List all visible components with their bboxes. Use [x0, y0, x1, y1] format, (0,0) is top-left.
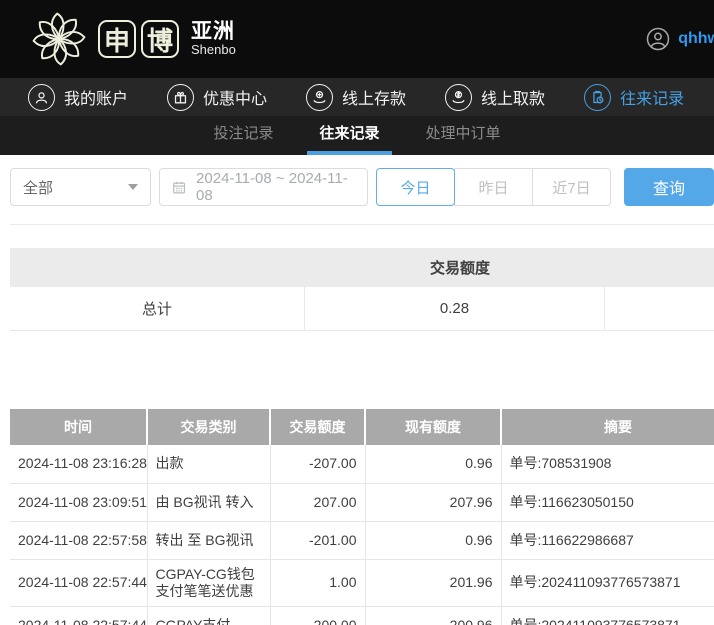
col-header-balance: 现有额度 — [365, 409, 501, 445]
cell-amount: -201.00 — [270, 521, 365, 559]
section-divider — [10, 224, 714, 225]
col-header-amount: 交易额度 — [270, 409, 365, 445]
table-row: 2024-11-08 22:57:58 转出 至 BG视讯 -201.00 0.… — [10, 521, 714, 559]
date-range-input[interactable]: 2024-11-08 ~ 2024-11-08 — [159, 168, 368, 206]
records-tab-bar: 投注记录 往来记录 处理中订单 — [0, 116, 714, 155]
cell-type: CGPAY-CG钱包支付笔笔送优惠 — [147, 559, 270, 606]
col-header-type: 交易类别 — [147, 409, 270, 445]
table-row: 2024-11-08 23:16:28 出款 -207.00 0.96 单号:7… — [10, 445, 714, 483]
cell-amount: 200.00 — [270, 606, 365, 625]
logo-char-bo: 博 — [141, 20, 179, 58]
tab-betting-records[interactable]: 投注记录 — [201, 116, 285, 155]
type-select-value: 全部 — [23, 177, 53, 198]
nav-item-transactions[interactable]: 往来记录 — [584, 84, 684, 111]
deposit-icon — [306, 84, 333, 111]
cell-balance: 207.96 — [365, 483, 501, 521]
chevron-down-icon — [128, 184, 138, 190]
user-icon — [28, 84, 55, 111]
last7days-button[interactable]: 近7日 — [532, 168, 611, 206]
cell-summary: 单号:202411093776573871 — [501, 559, 714, 606]
cell-summary: 单号:116623050150 — [501, 483, 714, 521]
nav-label: 线上存款 — [342, 85, 406, 109]
nav-item-deposit[interactable]: 线上存款 — [306, 84, 406, 111]
cell-time: 2024-11-08 23:16:28 — [10, 445, 147, 483]
table-row: 2024-11-08 23:09:51 由 BG视讯 转入 207.00 207… — [10, 483, 714, 521]
filter-bar: 全部 2024-11-08 ~ 2024-11-08 今日 昨日 近7日 查询 — [10, 168, 714, 206]
cell-amount: -207.00 — [270, 445, 365, 483]
nav-label: 往来记录 — [620, 85, 684, 109]
nav-label: 线上取款 — [481, 85, 545, 109]
user-account-area[interactable]: qhhw — [646, 0, 714, 78]
col-header-summary: 摘要 — [501, 409, 714, 445]
site-logo[interactable]: 申 博 亚洲 Shenbo — [30, 10, 236, 68]
gift-icon — [167, 84, 194, 111]
flower-logo-icon — [30, 10, 88, 68]
withdraw-icon — [445, 84, 472, 111]
brand-header: 申 博 亚洲 Shenbo qhhw — [0, 0, 714, 78]
search-button[interactable]: 查询 — [624, 168, 714, 206]
tab-transaction-records[interactable]: 往来记录 — [307, 116, 391, 155]
summary-total-value: 0.28 — [305, 287, 605, 330]
table-row: 2024-11-08 22:57:44 CGPAY支付 200.00 200.9… — [10, 606, 714, 625]
avatar-icon — [646, 27, 670, 51]
table-header-row: 时间 交易类别 交易额度 现有额度 摘要 — [10, 409, 714, 445]
logo-boxed-chars: 申 博 — [98, 20, 179, 58]
cell-amount: 1.00 — [270, 559, 365, 606]
yesterday-button[interactable]: 昨日 — [454, 168, 533, 206]
calendar-icon — [171, 179, 187, 196]
logo-region-text: 亚洲 — [191, 21, 236, 43]
col-header-time: 时间 — [10, 409, 147, 445]
date-range-value: 2024-11-08 ~ 2024-11-08 — [196, 170, 356, 204]
nav-item-promotions[interactable]: 优惠中心 — [167, 84, 267, 111]
records-icon — [584, 84, 611, 111]
nav-label: 优惠中心 — [203, 85, 267, 109]
cell-time: 2024-11-08 23:09:51 — [10, 483, 147, 521]
transactions-table: 时间 交易类别 交易额度 现有额度 摘要 2024-11-08 23:16:28… — [10, 409, 714, 625]
summary-empty-cell — [605, 287, 714, 330]
cell-type: CGPAY支付 — [147, 606, 270, 625]
cell-summary: 单号:116622986687 — [501, 521, 714, 559]
summary-table: 交易额度 总计 0.28 — [10, 248, 714, 331]
cell-type: 出款 — [147, 445, 270, 483]
cell-summary: 单号:708531908 — [501, 445, 714, 483]
summary-total-row: 总计 0.28 — [10, 287, 714, 331]
summary-header: 交易额度 — [10, 248, 714, 287]
main-navigation: 我的账户 优惠中心 线上存款 线上取款 往来记录 信息 — [0, 78, 714, 116]
nav-item-my-account[interactable]: 我的账户 — [28, 84, 128, 111]
today-button[interactable]: 今日 — [376, 168, 455, 206]
summary-total-label: 总计 — [10, 287, 305, 330]
cell-balance: 0.96 — [365, 521, 501, 559]
cell-type: 由 BG视讯 转入 — [147, 483, 270, 521]
cell-summary: 单号:202411093776573871 — [501, 606, 714, 625]
type-select[interactable]: 全部 — [10, 168, 151, 206]
logo-english-text: Shenbo — [191, 43, 236, 57]
logo-char-shen: 申 — [98, 20, 136, 58]
tab-processing-orders[interactable]: 处理中订单 — [414, 116, 513, 155]
quick-date-group: 今日 昨日 近7日 — [376, 168, 611, 206]
cell-balance: 201.96 — [365, 559, 501, 606]
cell-amount: 207.00 — [270, 483, 365, 521]
table-row: 2024-11-08 22:57:44 CGPAY-CG钱包支付笔笔送优惠 1.… — [10, 559, 714, 606]
username-text[interactable]: qhhw — [678, 30, 714, 48]
cell-time: 2024-11-08 22:57:44 — [10, 559, 147, 606]
cell-balance: 200.96 — [365, 606, 501, 625]
nav-item-withdraw[interactable]: 线上取款 — [445, 84, 545, 111]
cell-time: 2024-11-08 22:57:44 — [10, 606, 147, 625]
cell-type: 转出 至 BG视讯 — [147, 521, 270, 559]
nav-label: 我的账户 — [64, 85, 128, 109]
cell-balance: 0.96 — [365, 445, 501, 483]
cell-time: 2024-11-08 22:57:58 — [10, 521, 147, 559]
